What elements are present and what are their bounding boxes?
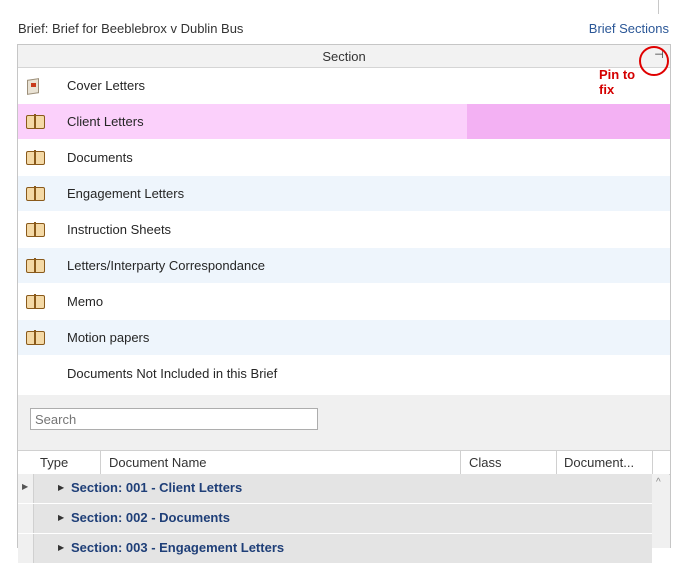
- column-class[interactable]: Class: [469, 455, 502, 470]
- section-label: Motion papers: [67, 330, 150, 345]
- section-row-engagement-letters[interactable]: Engagement Letters: [18, 176, 670, 212]
- letter-icon: [26, 78, 44, 95]
- vertical-scrollbar[interactable]: ^: [652, 474, 669, 548]
- group-label: Section: 001 - Client Letters: [71, 480, 243, 495]
- row-pointer-icon: ▶: [22, 482, 29, 491]
- section-list: Cover Letters Client Letters Documents E…: [18, 68, 670, 392]
- section-row-documents[interactable]: Documents: [18, 140, 670, 176]
- divider: [658, 0, 659, 14]
- documents-grid-header: Type Document Name Class Document...: [18, 450, 670, 475]
- book-icon: [26, 222, 45, 238]
- column-divider: [100, 451, 101, 474]
- book-icon: [26, 330, 45, 346]
- section-row-cover-letters[interactable]: Cover Letters: [18, 68, 670, 104]
- group-row-engagement-letters[interactable]: ▶ Section: 003 - Engagement Letters: [18, 534, 652, 564]
- book-icon: [26, 150, 45, 166]
- pin-annotation-note: Pin to fix: [599, 67, 636, 97]
- row-indicator: ▶: [18, 474, 34, 503]
- column-document[interactable]: Document...: [564, 455, 634, 470]
- section-row-letters-interparty[interactable]: Letters/Interparty Correspondance: [18, 248, 670, 284]
- column-divider: [652, 451, 653, 474]
- row-indicator: [18, 504, 34, 533]
- section-label: Documents: [67, 150, 133, 165]
- column-divider: [460, 451, 461, 474]
- column-document-name[interactable]: Document Name: [109, 455, 207, 470]
- book-icon: [26, 186, 45, 202]
- brief-sections-link[interactable]: Brief Sections: [589, 21, 669, 36]
- group-row-documents[interactable]: ▶ Section: 002 - Documents: [18, 504, 652, 534]
- section-column-header[interactable]: Section ⊣: [18, 45, 670, 68]
- section-label: Letters/Interparty Correspondance: [67, 258, 265, 273]
- sections-panel: Section ⊣ Cover Letters Client Letters D…: [17, 44, 671, 396]
- section-row-instruction-sheets[interactable]: Instruction Sheets: [18, 212, 670, 248]
- section-label: Documents Not Included in this Brief: [67, 366, 278, 381]
- section-row-motion-papers[interactable]: Motion papers: [18, 320, 670, 356]
- section-row-memo[interactable]: Memo: [18, 284, 670, 320]
- documents-panel: Type Document Name Class Document... ▶ ▶…: [17, 395, 671, 564]
- book-icon: [26, 294, 45, 310]
- expand-icon[interactable]: ▶: [58, 483, 64, 492]
- section-label: Instruction Sheets: [67, 222, 172, 237]
- brief-title: Brief: Brief for Beeblebrox v Dublin Bus: [18, 21, 244, 36]
- group-row-client-letters[interactable]: ▶ ▶ Section: 001 - Client Letters: [18, 474, 652, 504]
- column-divider: [556, 451, 557, 474]
- selected-cell-highlight: [467, 104, 670, 139]
- book-icon: [26, 258, 45, 274]
- section-label: Cover Letters: [67, 78, 146, 93]
- scroll-up-icon[interactable]: ^: [656, 477, 661, 488]
- section-row-client-letters[interactable]: Client Letters: [18, 104, 670, 140]
- expand-icon[interactable]: ▶: [58, 513, 64, 522]
- section-label: Engagement Letters: [67, 186, 185, 201]
- brief-header: Brief: Brief for Beeblebrox v Dublin Bus…: [18, 18, 669, 40]
- book-icon: [26, 114, 45, 130]
- group-label: Section: 002 - Documents: [71, 510, 230, 525]
- section-column-label: Section: [322, 49, 366, 64]
- top-strip: [0, 0, 675, 14]
- section-row-not-included[interactable]: Documents Not Included in this Brief: [18, 356, 670, 392]
- section-label: Memo: [67, 294, 104, 309]
- row-indicator: [18, 534, 34, 563]
- search-input[interactable]: [30, 408, 318, 430]
- column-type[interactable]: Type: [40, 455, 68, 470]
- section-label: Client Letters: [67, 114, 144, 129]
